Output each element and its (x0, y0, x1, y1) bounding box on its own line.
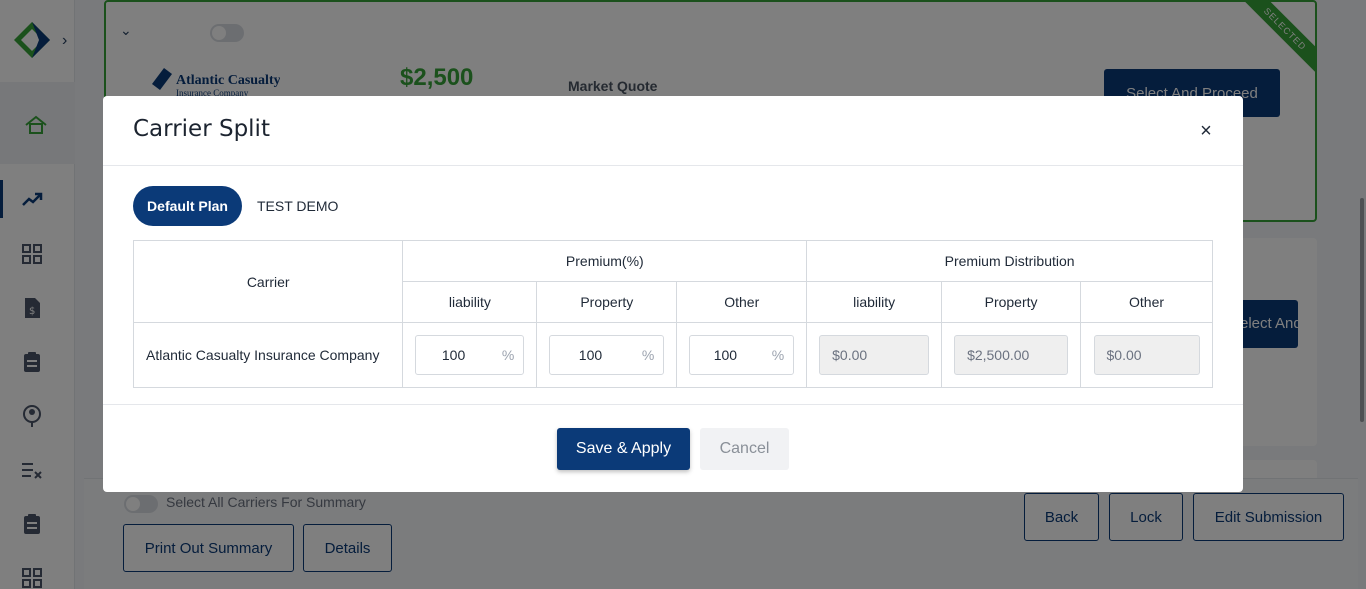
save-apply-button[interactable]: Save & Apply (557, 428, 690, 470)
pct-other-cell: % (676, 322, 808, 388)
percent-suffix: % (501, 347, 515, 363)
cancel-button[interactable]: Cancel (700, 428, 789, 470)
modal-header: Carrier Split × (103, 96, 1243, 166)
dist-other-header: Other (1080, 281, 1213, 323)
premium-distribution-header: Premium Distribution (806, 240, 1213, 282)
tab-default-plan[interactable]: Default Plan (133, 186, 242, 226)
percent-suffix: % (641, 347, 655, 363)
dist-property-value: $2,500.00 (954, 335, 1069, 375)
pct-other-input[interactable] (701, 336, 782, 374)
pct-property-field[interactable]: % (549, 335, 665, 375)
close-icon[interactable]: × (1195, 120, 1217, 142)
pct-other-header: Other (676, 281, 808, 323)
dist-liability-header: liability (806, 281, 943, 323)
modal-title: Carrier Split (133, 116, 270, 142)
carrier-split-table: Carrier Premium(%) Premium Distribution … (132, 240, 1213, 388)
carrier-header: Carrier (132, 240, 404, 323)
dist-other-cell: $0.00 (1080, 322, 1213, 388)
pct-liability-field[interactable]: % (415, 335, 525, 375)
dist-liability-value: $0.00 (819, 335, 930, 375)
pct-property-header: Property (536, 281, 678, 323)
pct-liability-input[interactable] (429, 336, 510, 374)
carrier-name: Atlantic Casualty Insurance Company (132, 322, 404, 388)
percent-suffix: % (771, 347, 785, 363)
modal-footer: Save & Apply Cancel (103, 404, 1243, 492)
pct-property-cell: % (536, 322, 678, 388)
pct-other-field[interactable]: % (689, 335, 795, 375)
pct-property-input[interactable] (566, 336, 647, 374)
carrier-split-modal: Carrier Split × Default Plan TEST DEMO C… (103, 96, 1243, 492)
dist-property-cell: $2,500.00 (941, 322, 1082, 388)
pct-liability-header: liability (402, 281, 538, 323)
premium-pct-header: Premium(%) (402, 240, 808, 282)
dist-liability-cell: $0.00 (806, 322, 943, 388)
table-row: Atlantic Casualty Insurance Company % % … (132, 322, 1213, 388)
pct-liability-cell: % (402, 322, 538, 388)
tab-test-demo[interactable]: TEST DEMO (257, 186, 338, 226)
dist-property-header: Property (941, 281, 1082, 323)
dist-other-value: $0.00 (1093, 335, 1200, 375)
